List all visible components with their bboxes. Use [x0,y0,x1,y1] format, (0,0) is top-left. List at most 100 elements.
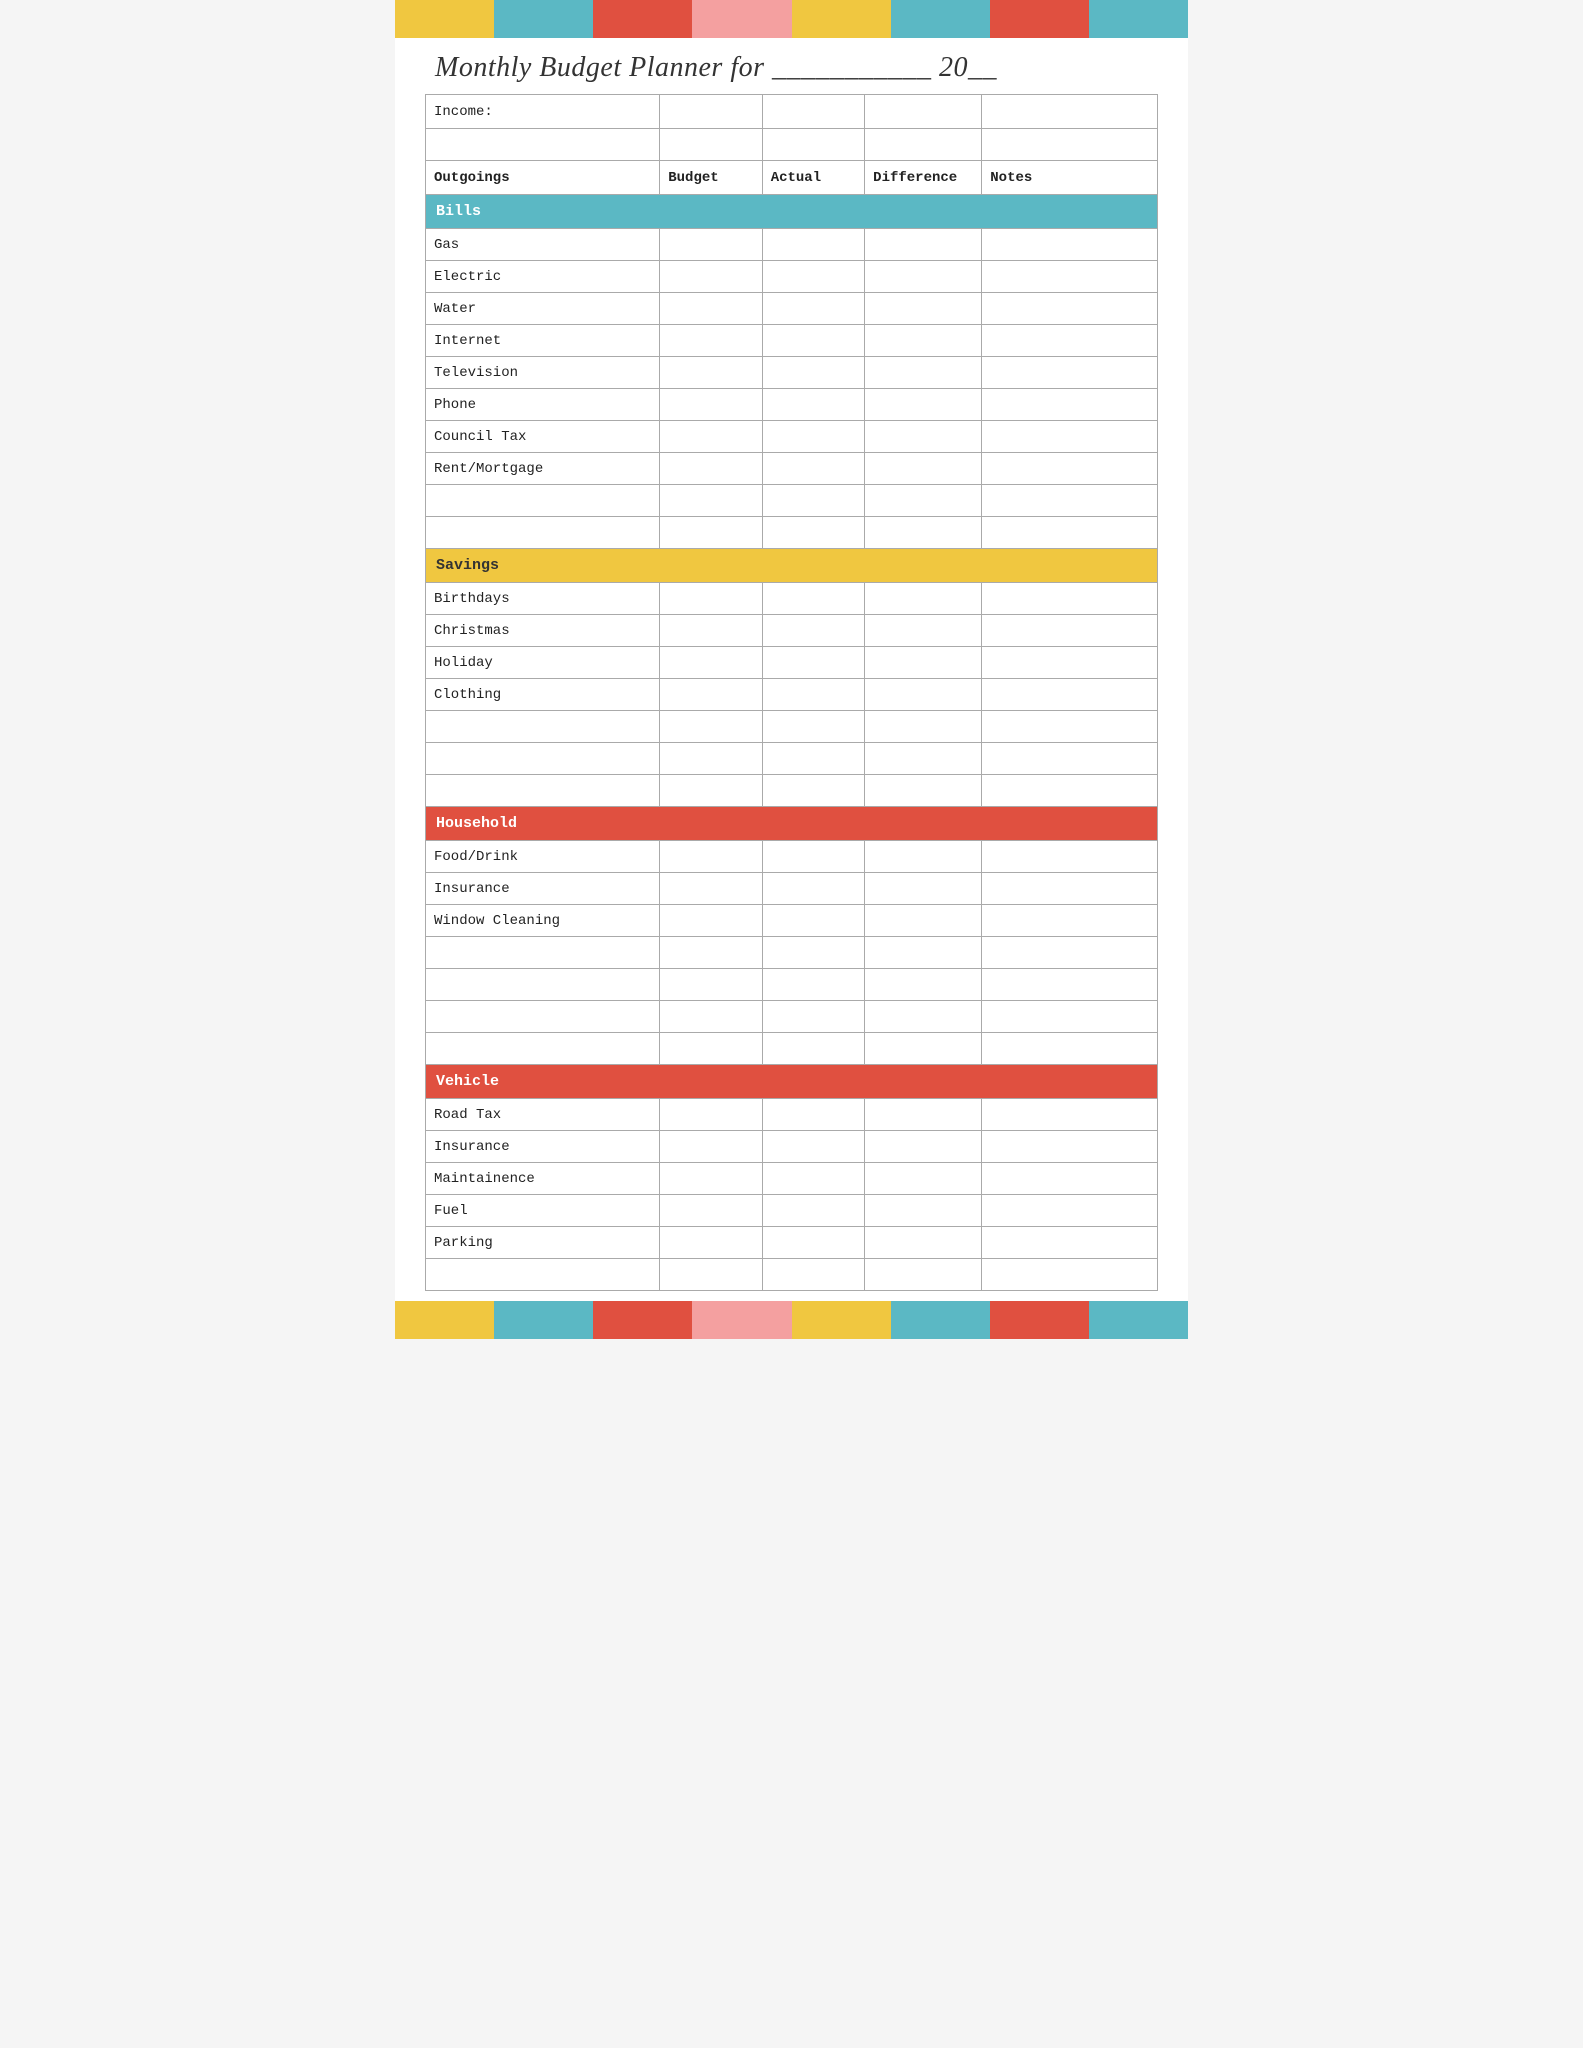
cell-bills-5-col-notes[interactable] [982,389,1158,421]
cell-household-2-col-budget[interactable] [660,905,762,937]
income-diff[interactable] [865,95,982,129]
cell-savings-0-col-diff[interactable] [865,583,982,615]
cell-vehicle-1-col-notes[interactable] [982,1131,1158,1163]
cell-bills-3-col-budget[interactable] [660,325,762,357]
cell-savings-2-col-budget[interactable] [660,647,762,679]
cell-household-0-col-budget[interactable] [660,841,762,873]
cell-savings-5-col-budget[interactable] [660,743,762,775]
cell-household-5-col-notes[interactable] [982,1001,1158,1033]
income-notes[interactable] [982,95,1158,129]
cell-savings-4-col-actual[interactable] [762,711,864,743]
cell-household-4-col-diff[interactable] [865,969,982,1001]
cell-bills-1-col-notes[interactable] [982,261,1158,293]
cell-vehicle-2-col-actual[interactable] [762,1163,864,1195]
cell-vehicle-0-col-actual[interactable] [762,1099,864,1131]
cell-bills-5-col-budget[interactable] [660,389,762,421]
cell-savings-4-col-budget[interactable] [660,711,762,743]
cell-bills-9-col-notes[interactable] [982,517,1158,549]
cell-bills-1-col-budget[interactable] [660,261,762,293]
cell-savings-2-col-notes[interactable] [982,647,1158,679]
cell-vehicle-1-col-diff[interactable] [865,1131,982,1163]
cell-household-6-col-notes[interactable] [982,1033,1158,1065]
cell-vehicle-2-col-notes[interactable] [982,1163,1158,1195]
cell-bills-2-col-notes[interactable] [982,293,1158,325]
cell-household-0-col-notes[interactable] [982,841,1158,873]
cell-vehicle-0-col-notes[interactable] [982,1099,1158,1131]
cell-bills-4-col-notes[interactable] [982,357,1158,389]
income-actual[interactable] [762,95,864,129]
cell-vehicle-4-col-diff[interactable] [865,1227,982,1259]
cell-savings-1-col-diff[interactable] [865,615,982,647]
cell-household-1-col-notes[interactable] [982,873,1158,905]
cell-household-3-col-actual[interactable] [762,937,864,969]
cell-vehicle-4-col-actual[interactable] [762,1227,864,1259]
cell-savings-1-col-notes[interactable] [982,615,1158,647]
cell-bills-6-col-notes[interactable] [982,421,1158,453]
cell-bills-3-col-actual[interactable] [762,325,864,357]
cell-household-4-col-actual[interactable] [762,969,864,1001]
cell-household-0-col-diff[interactable] [865,841,982,873]
cell-household-1-col-actual[interactable] [762,873,864,905]
cell-bills-8-col-diff[interactable] [865,485,982,517]
cell-savings-2-col-actual[interactable] [762,647,864,679]
cell-vehicle-1-col-actual[interactable] [762,1131,864,1163]
cell-savings-0-col-actual[interactable] [762,583,864,615]
cell-savings-1-col-actual[interactable] [762,615,864,647]
cell-vehicle-3-col-diff[interactable] [865,1195,982,1227]
cell-savings-5-col-diff[interactable] [865,743,982,775]
income-budget[interactable] [660,95,762,129]
cell-household-4-col-notes[interactable] [982,969,1158,1001]
cell-savings-6-col-budget[interactable] [660,775,762,807]
cell-vehicle-5-col-diff[interactable] [865,1259,982,1291]
cell-bills-2-col-diff[interactable] [865,293,982,325]
cell-bills-9-col-actual[interactable] [762,517,864,549]
cell-bills-8-col-budget[interactable] [660,485,762,517]
cell-vehicle-1-col-budget[interactable] [660,1131,762,1163]
cell-savings-6-col-diff[interactable] [865,775,982,807]
cell-vehicle-3-col-notes[interactable] [982,1195,1158,1227]
cell-vehicle-2-col-budget[interactable] [660,1163,762,1195]
cell-vehicle-3-col-budget[interactable] [660,1195,762,1227]
cell-bills-5-col-diff[interactable] [865,389,982,421]
cell-bills-5-col-actual[interactable] [762,389,864,421]
cell-vehicle-0-col-diff[interactable] [865,1099,982,1131]
cell-savings-0-col-notes[interactable] [982,583,1158,615]
cell-bills-2-col-budget[interactable] [660,293,762,325]
cell-household-5-col-budget[interactable] [660,1001,762,1033]
cell-household-5-col-actual[interactable] [762,1001,864,1033]
cell-bills-0-col-actual[interactable] [762,229,864,261]
cell-bills-2-col-actual[interactable] [762,293,864,325]
cell-savings-6-col-notes[interactable] [982,775,1158,807]
cell-bills-0-col-diff[interactable] [865,229,982,261]
cell-savings-2-col-diff[interactable] [865,647,982,679]
cell-savings-3-col-actual[interactable] [762,679,864,711]
cell-savings-3-col-budget[interactable] [660,679,762,711]
cell-savings-4-col-diff[interactable] [865,711,982,743]
cell-savings-3-col-notes[interactable] [982,679,1158,711]
cell-vehicle-2-col-diff[interactable] [865,1163,982,1195]
cell-vehicle-5-col-budget[interactable] [660,1259,762,1291]
cell-bills-4-col-diff[interactable] [865,357,982,389]
cell-household-6-col-budget[interactable] [660,1033,762,1065]
cell-savings-6-col-actual[interactable] [762,775,864,807]
cell-bills-0-col-budget[interactable] [660,229,762,261]
cell-household-0-col-actual[interactable] [762,841,864,873]
cell-household-6-col-diff[interactable] [865,1033,982,1065]
cell-household-5-col-diff[interactable] [865,1001,982,1033]
cell-vehicle-5-col-actual[interactable] [762,1259,864,1291]
cell-household-1-col-budget[interactable] [660,873,762,905]
cell-savings-5-col-notes[interactable] [982,743,1158,775]
cell-household-1-col-diff[interactable] [865,873,982,905]
cell-household-2-col-diff[interactable] [865,905,982,937]
cell-bills-8-col-actual[interactable] [762,485,864,517]
cell-bills-7-col-actual[interactable] [762,453,864,485]
cell-bills-4-col-actual[interactable] [762,357,864,389]
cell-household-4-col-budget[interactable] [660,969,762,1001]
cell-bills-9-col-diff[interactable] [865,517,982,549]
cell-savings-5-col-actual[interactable] [762,743,864,775]
cell-household-6-col-actual[interactable] [762,1033,864,1065]
cell-vehicle-4-col-notes[interactable] [982,1227,1158,1259]
cell-bills-1-col-actual[interactable] [762,261,864,293]
cell-bills-4-col-budget[interactable] [660,357,762,389]
cell-savings-3-col-diff[interactable] [865,679,982,711]
